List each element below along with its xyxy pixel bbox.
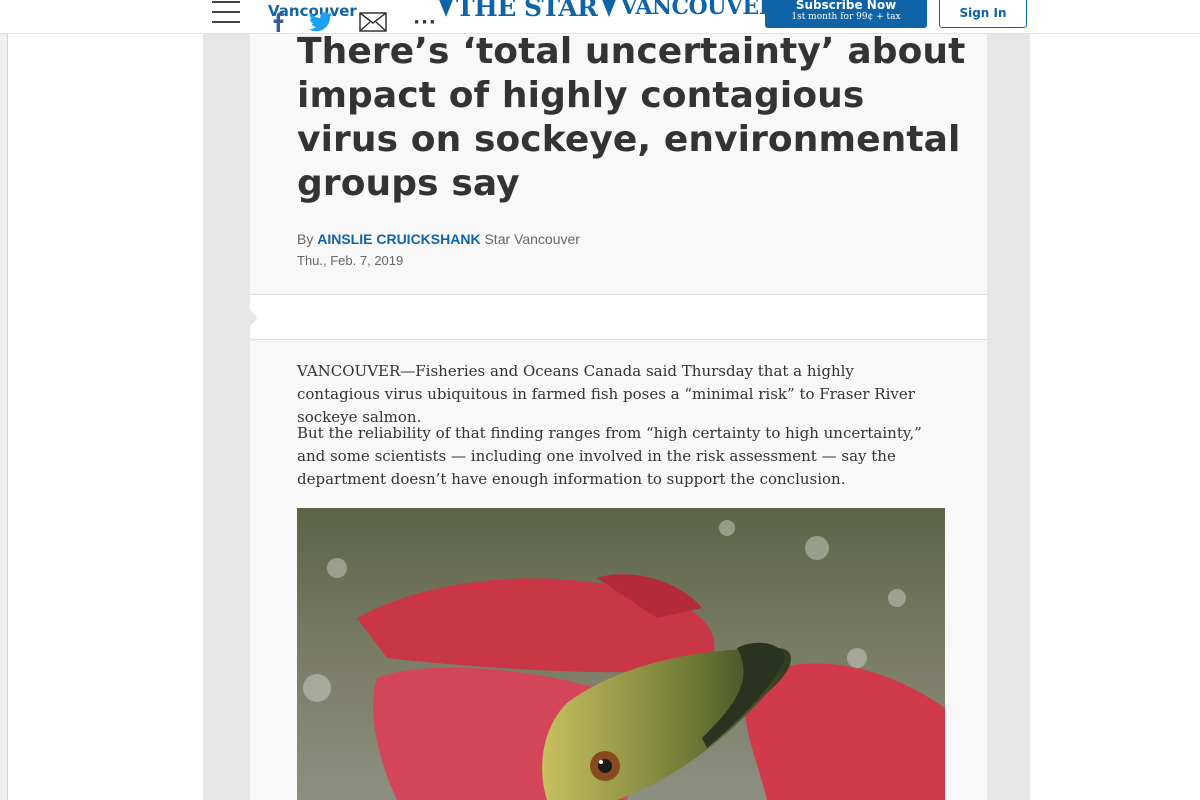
article-headline: There’s ‘total uncertainty’ about impact… — [297, 31, 966, 204]
subscribe-button[interactable]: Subscribe Now 1st month for 99¢ + tax — [765, 0, 927, 28]
byline-outlet: Star Vancouver — [484, 231, 580, 247]
byline: By AINSLIE CRUICKSHANK Star Vancouver — [297, 231, 580, 247]
author-link[interactable]: AINSLIE CRUICKSHANK — [317, 231, 480, 247]
email-icon[interactable] — [358, 10, 388, 34]
top-navigation: Vancouver THE STAR VANCOUVER Subscribe N… — [0, 0, 1200, 34]
share-bar — [249, 294, 987, 340]
star-icon — [438, 0, 454, 17]
article-paragraph: VANCOUVER—Fisheries and Oceans Canada sa… — [297, 362, 915, 426]
sign-in-button[interactable]: Sign In — [939, 0, 1027, 28]
subscribe-offer: 1st month for 99¢ + tax — [791, 12, 901, 22]
sockeye-salmon-image — [297, 508, 945, 800]
logo-text-city: VANCOUVER — [620, 0, 777, 20]
facebook-icon[interactable] — [270, 10, 286, 34]
article-paragraph: But the reliability of that finding rang… — [297, 424, 922, 488]
logo-text-main: THE STAR — [456, 0, 598, 22]
menu-icon[interactable] — [212, 0, 240, 23]
publish-date: Thu., Feb. 7, 2019 — [297, 253, 404, 268]
article-photo[interactable] — [297, 508, 945, 800]
twitter-icon[interactable] — [308, 10, 334, 34]
share-notch — [249, 309, 258, 327]
window-edge — [0, 0, 8, 800]
subscribe-title: Subscribe Now — [795, 0, 897, 12]
star-icon — [601, 0, 618, 17]
byline-prefix: By — [297, 231, 314, 247]
site-logo[interactable]: THE STAR VANCOUVER — [436, 0, 798, 22]
more-icon[interactable]: ··· — [412, 10, 438, 34]
